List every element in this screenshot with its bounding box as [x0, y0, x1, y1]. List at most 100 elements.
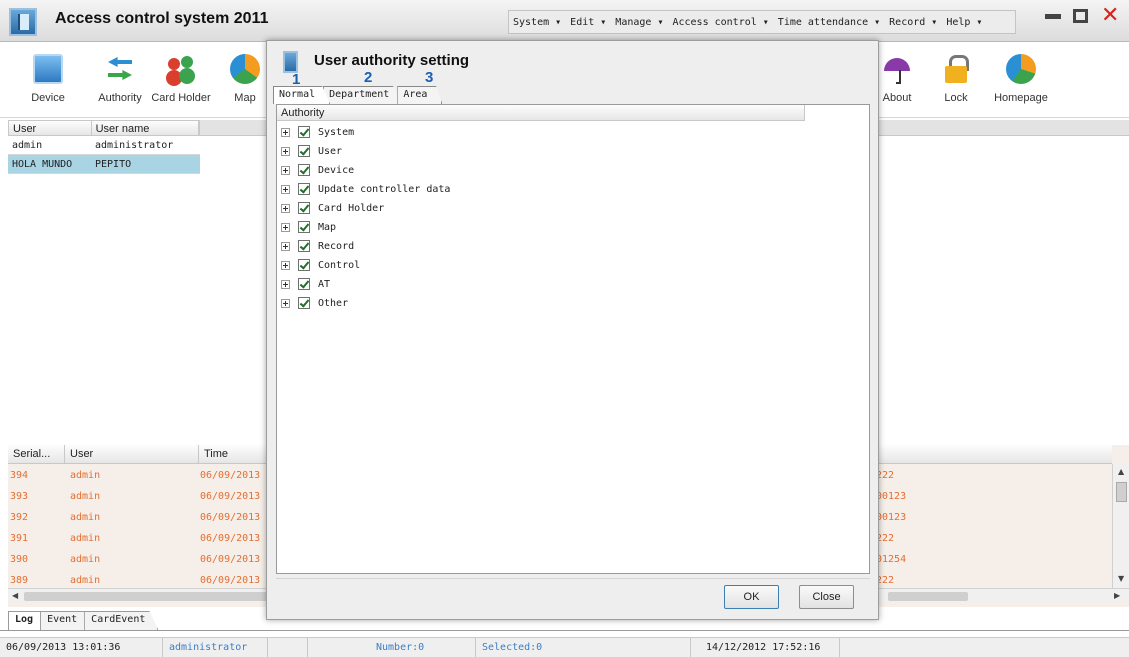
tree-item[interactable]: Other — [281, 294, 348, 312]
serial-cell: 391 — [10, 533, 29, 544]
scroll-up-icon[interactable]: ▲ — [1118, 467, 1124, 476]
homepage-label: Homepage — [994, 92, 1048, 104]
maximize-icon[interactable] — [1073, 9, 1088, 23]
detail-cell: 00123 — [876, 512, 907, 523]
tree-item-label: Record — [318, 240, 355, 252]
checkbox[interactable] — [298, 240, 310, 252]
user-table-header: User User name — [8, 120, 200, 136]
expand-icon[interactable] — [281, 203, 290, 213]
expand-icon[interactable] — [281, 241, 290, 251]
vertical-scrollbar[interactable]: ▲ ▼ — [1112, 464, 1129, 588]
expand-icon[interactable] — [281, 146, 290, 156]
detail-cell: 00123 — [876, 491, 907, 502]
authority-panel: Authority System User Device Update control… — [276, 104, 870, 574]
checkbox[interactable] — [298, 278, 310, 290]
checkbox[interactable] — [298, 221, 310, 233]
status-user: administrator — [163, 638, 268, 657]
user-authority-dialog: User authority setting 1 2 3 Normal Depa… — [266, 40, 879, 620]
homepage-button[interactable]: Homepage — [986, 49, 1056, 104]
close-button[interactable]: Close — [799, 585, 854, 609]
tab-department[interactable]: Department — [323, 86, 405, 104]
expand-icon[interactable] — [281, 127, 290, 137]
expand-icon[interactable] — [281, 260, 290, 270]
lock-button[interactable]: Lock — [921, 49, 991, 104]
tab-normal[interactable]: Normal — [273, 86, 331, 104]
user-cell: admin — [70, 512, 101, 523]
annotation-3: 3 — [425, 69, 434, 86]
tab-event[interactable]: Event — [40, 611, 91, 630]
menu-help[interactable]: Help ▾ — [946, 17, 982, 28]
tree-item[interactable]: Control — [281, 256, 360, 274]
device-button[interactable]: Device — [13, 49, 83, 104]
minimize-icon[interactable] — [1045, 14, 1061, 19]
ok-button[interactable]: OK — [724, 585, 779, 609]
checkbox[interactable] — [298, 126, 310, 138]
table-row[interactable]: admin administrator — [8, 136, 200, 155]
time-cell: 06/09/2013 — [200, 470, 261, 481]
tree-item-label: Map — [318, 221, 337, 233]
user-cell: admin — [70, 470, 101, 481]
tree-item-label: AT — [318, 278, 331, 290]
column-header-time[interactable]: Time — [199, 445, 269, 464]
user-name-cell: administrator — [95, 140, 174, 151]
scroll-thumb[interactable] — [888, 592, 968, 601]
table-row-selected[interactable]: HOLA MUNDO PEPITO — [8, 155, 200, 174]
menu-record[interactable]: Record ▾ — [889, 17, 937, 28]
tab-card-event[interactable]: CardEvent — [84, 611, 159, 630]
user-table: User User name admin administrator HOLA … — [8, 120, 200, 174]
expand-icon[interactable] — [281, 184, 290, 194]
column-header-user[interactable]: User — [9, 121, 92, 135]
tree-item-label: System — [318, 126, 355, 138]
lock-icon — [941, 54, 971, 84]
close-icon[interactable]: ✕ — [1101, 5, 1119, 27]
menu-time-attendance[interactable]: Time attendance ▾ — [778, 17, 880, 28]
menu-system[interactable]: System ▾ — [513, 17, 561, 28]
card-holder-button[interactable]: Card Holder — [146, 49, 216, 104]
expand-icon[interactable] — [281, 165, 290, 175]
tree-item[interactable]: Card Holder — [281, 199, 384, 217]
status-selected: Selected:0 — [476, 638, 691, 657]
tree-item[interactable]: Update controller data — [281, 180, 450, 198]
column-header-serial[interactable]: Serial... — [8, 445, 65, 464]
map-icon — [230, 54, 260, 84]
user-header-strip — [200, 120, 273, 136]
scroll-left-icon[interactable]: ◀ — [12, 591, 18, 600]
checkbox[interactable] — [298, 145, 310, 157]
column-header-user-name[interactable]: User name — [92, 121, 199, 135]
authority-label: Authority — [98, 92, 142, 104]
user-cell: admin — [70, 533, 101, 544]
column-header-user[interactable]: User — [65, 445, 199, 464]
authority-button[interactable]: Authority — [85, 49, 155, 104]
expand-icon[interactable] — [281, 298, 290, 308]
expand-icon[interactable] — [281, 279, 290, 289]
user-name-cell: PEPITO — [95, 159, 132, 170]
user-cell: admin — [12, 140, 43, 151]
checkbox[interactable] — [298, 164, 310, 176]
menu-access-control[interactable]: Access control ▾ — [672, 17, 768, 28]
serial-cell: 390 — [10, 554, 29, 565]
expand-icon[interactable] — [281, 222, 290, 232]
scroll-down-icon[interactable]: ▼ — [1118, 574, 1124, 583]
tab-area[interactable]: Area — [397, 86, 443, 104]
scroll-thumb[interactable] — [24, 592, 284, 601]
divider — [0, 630, 1129, 631]
checkbox[interactable] — [298, 259, 310, 271]
menu-edit[interactable]: Edit ▾ — [570, 17, 606, 28]
dialog-icon — [283, 51, 298, 73]
column-header-authority[interactable]: Authority — [277, 105, 805, 121]
checkbox[interactable] — [298, 297, 310, 309]
tree-item[interactable]: Map — [281, 218, 336, 236]
tree-item[interactable]: AT — [281, 275, 330, 293]
menu-manage[interactable]: Manage ▾ — [615, 17, 663, 28]
tree-item[interactable]: Record — [281, 237, 354, 255]
device-label: Device — [31, 92, 65, 104]
tree-item[interactable]: System — [281, 123, 354, 141]
checkbox[interactable] — [298, 202, 310, 214]
scroll-right-icon[interactable]: ▶ — [1114, 591, 1120, 600]
dialog-tabs: Normal Department Area — [273, 86, 443, 104]
tree-item[interactable]: User — [281, 142, 342, 160]
checkbox[interactable] — [298, 183, 310, 195]
scroll-thumb[interactable] — [1116, 482, 1127, 502]
tree-item[interactable]: Device — [281, 161, 354, 179]
time-cell: 06/09/2013 — [200, 491, 261, 502]
